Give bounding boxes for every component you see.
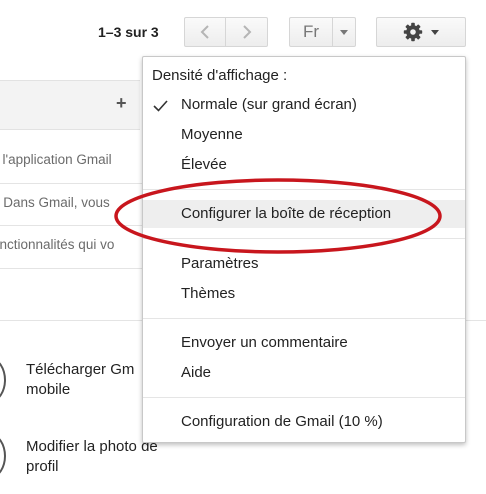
email-snippet[interactable]: z l'application Gmail xyxy=(0,152,112,167)
task-line: mobile xyxy=(26,381,71,398)
option-label: Normale (sur grand écran) xyxy=(181,96,357,113)
add-tab-icon[interactable]: + xyxy=(116,93,127,114)
themes-item[interactable]: Thèmes xyxy=(143,280,465,308)
option-label: Aide xyxy=(181,364,212,381)
option-label: Moyenne xyxy=(181,126,243,143)
chevron-left-icon xyxy=(200,25,209,39)
task-line: profil xyxy=(26,458,59,475)
row-divider xyxy=(0,225,142,226)
pagination-text: 1–3 sur 3 xyxy=(98,24,159,40)
option-label: Configuration de Gmail (10 %) xyxy=(181,413,383,430)
setup-task-change-photo[interactable]: Modifier la photo de profil xyxy=(26,437,158,477)
step-indicator-icon xyxy=(0,434,6,478)
density-normal-option[interactable]: Normale (sur grand écran) xyxy=(143,91,465,119)
option-label: Configurer la boîte de réception xyxy=(181,205,392,222)
gmail-setup-item[interactable]: Configuration de Gmail (10 %) xyxy=(143,408,465,436)
help-item[interactable]: Aide xyxy=(143,359,465,387)
language-dropdown-button[interactable] xyxy=(332,17,356,47)
next-page-button[interactable] xyxy=(225,17,268,47)
menu-separator xyxy=(143,238,465,239)
menu-separator xyxy=(143,397,465,398)
option-label: Paramètres xyxy=(181,255,259,272)
caret-down-icon xyxy=(340,29,348,35)
row-divider xyxy=(0,183,142,184)
settings-menu: Densité d'affichage : Normale (sur grand… xyxy=(142,56,466,443)
menu-separator xyxy=(143,189,465,190)
configure-inbox-item[interactable]: Configurer la boîte de réception xyxy=(143,200,465,228)
density-compact-option[interactable]: Élevée xyxy=(143,151,465,179)
display-density-heading: Densité d'affichage : xyxy=(152,67,288,84)
task-line: Modifier la photo de xyxy=(26,438,158,455)
chevron-right-icon xyxy=(242,25,251,39)
language-label: Fr xyxy=(302,22,320,41)
row-divider xyxy=(0,268,142,269)
email-snippet[interactable]: e Dans Gmail, vous xyxy=(0,195,110,210)
setup-task-download-mobile[interactable]: Télécharger Gm mobile xyxy=(26,360,134,400)
density-medium-option[interactable]: Moyenne xyxy=(143,121,465,149)
gear-icon xyxy=(403,22,423,42)
settings-item[interactable]: Paramètres xyxy=(143,250,465,278)
task-line: Télécharger Gm xyxy=(26,361,135,378)
step-indicator-icon xyxy=(0,358,6,402)
option-label: Envoyer un commentaire xyxy=(181,334,348,351)
menu-separator xyxy=(143,318,465,319)
caret-down-icon xyxy=(431,29,439,35)
send-feedback-item[interactable]: Envoyer un commentaire xyxy=(143,329,465,357)
settings-button[interactable] xyxy=(376,17,466,47)
email-snippet[interactable]: onctionnalités qui vo xyxy=(0,237,114,252)
checkmark-icon xyxy=(153,100,168,112)
input-language-button[interactable]: Fr xyxy=(289,17,333,47)
option-label: Thèmes xyxy=(181,285,236,302)
option-label: Élevée xyxy=(181,156,227,173)
previous-page-button[interactable] xyxy=(184,17,226,47)
